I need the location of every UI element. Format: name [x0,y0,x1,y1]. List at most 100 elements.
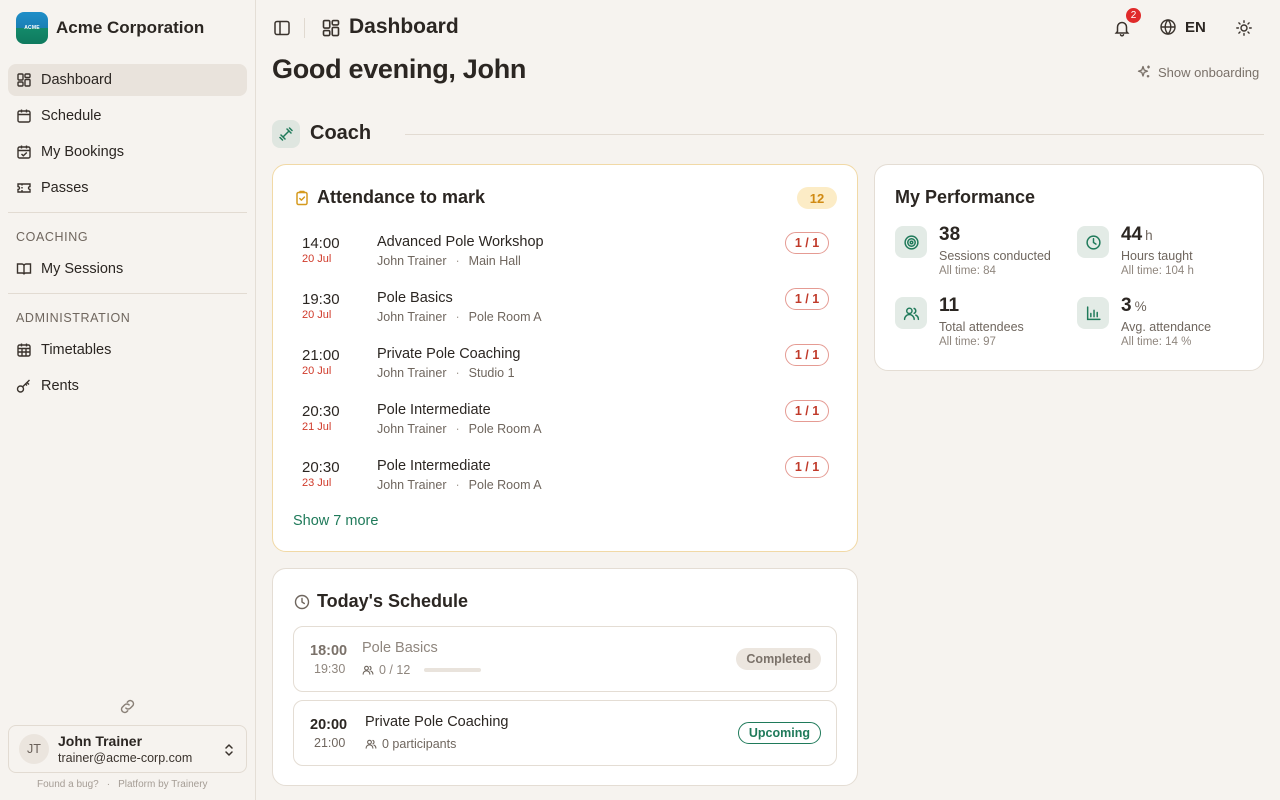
stat-label: Hours taught [1121,249,1193,263]
users-icon [903,306,919,320]
sidebar-item-my-bookings[interactable]: My Bookings [8,136,247,168]
notification-badge: 2 [1126,8,1141,23]
attendance-ratio[interactable]: 1 / 1 [785,400,829,422]
avatar: JT [19,734,49,764]
stat-icon-box [1077,297,1109,329]
stat-value: 11 [939,295,959,317]
show-onboarding-button[interactable]: Show onboarding [1136,64,1259,80]
nav-main: Dashboard Schedule My Bookings Passes [8,64,247,208]
slot-capacity: 0 / 12 [379,663,411,677]
dashboard-icon [17,73,31,87]
sidebar-divider [8,212,247,213]
sidebar-item-schedule[interactable]: Schedule [8,100,247,132]
users-icon [362,665,374,675]
capacity-bar [424,668,482,672]
session-date: 21 Jul [302,421,332,433]
session-date: 20 Jul [302,365,332,377]
attendance-ratio[interactable]: 1 / 1 [785,288,829,310]
book-icon [16,263,32,275]
meta-separator: · [455,478,460,492]
sidebar-divider [8,293,247,294]
stat-icon-box [895,226,927,258]
stat-unit: h [1145,228,1153,243]
sidebar-item-label: Timetables [41,342,112,358]
platform-link[interactable]: Platform by Trainery [118,779,207,790]
session-meta: John Trainer · Main Hall [377,254,521,268]
slot-participants: 0 participants [382,737,457,751]
calendar-icon [17,109,31,123]
nav-admin: Timetables Rents [8,334,247,406]
session-name: Private Pole Coaching [377,346,521,362]
clipboard-check-icon [296,190,308,206]
stat-label: Avg. attendance [1121,320,1212,334]
page-title: Dashboard [349,15,459,38]
chevron-up-down-icon [225,744,233,756]
slot-meta: 0 participants [365,737,456,751]
nav-coaching: My Sessions [8,253,247,289]
language-selector[interactable]: EN [1159,18,1206,36]
user-menu[interactable]: JT John Trainer trainer@acme-corp.com [8,725,247,773]
room-name: Pole Room A [468,478,542,492]
globe-icon [1160,19,1176,35]
schedule-item[interactable]: 20:00 21:00 Private Pole Coaching 0 part… [293,700,837,766]
meta-separator: · [455,366,460,380]
stat-all-time: All time: 14 % [1121,336,1192,348]
schedule-item[interactable]: 18:00 19:30 Pole Basics 0 / 12 Completed [293,626,837,692]
sidebar-footer: Found a bug? · Platform by Trainery [37,779,208,790]
brand-name: Acme Corporation [56,18,205,37]
section-title: Coach [310,122,372,144]
meta-separator: · [455,310,460,324]
key-icon [16,379,30,393]
trainer-name: John Trainer [377,422,447,436]
calendar-grid-icon [17,343,31,357]
attendance-row[interactable]: 14:00 20 Jul Advanced Pole Workshop John… [273,231,859,279]
room-name: Main Hall [468,254,521,268]
user-email: trainer@acme-corp.com [58,750,193,765]
attendance-row[interactable]: 21:00 20 Jul Private Pole Coaching John … [273,343,859,391]
session-date: 20 Jul [302,309,332,321]
stat-all-time: All time: 104 h [1121,265,1194,277]
sidebar-item-passes[interactable]: Passes [8,172,247,204]
target-icon [903,234,919,250]
sidebar-item-label: Dashboard [41,72,112,88]
session-meta: John Trainer · Pole Room A [377,478,542,492]
sidebar-item-rents[interactable]: Rents [8,370,247,402]
sidebar-item-dashboard[interactable]: Dashboard [8,64,247,96]
sun-icon[interactable] [1235,19,1253,37]
users-icon [365,739,377,749]
sidebar-item-timetables[interactable]: Timetables [8,334,247,366]
clock-icon [1085,234,1101,250]
trainer-name: John Trainer [377,366,447,380]
session-date: 23 Jul [302,477,332,489]
meta-separator: · [455,254,460,268]
calendar-check-icon [17,145,31,159]
sidebar-item-label: Rents [41,378,79,394]
stat-number: 3 [1121,295,1132,316]
header-separator [304,18,305,38]
found-bug-link[interactable]: Found a bug? [37,779,99,790]
slot-meta: 0 / 12 [362,663,482,677]
sidebar-section-coaching: COACHING [16,230,89,244]
slot-name: Private Pole Coaching [365,714,509,730]
attendance-ratio[interactable]: 1 / 1 [785,456,829,478]
attendance-row[interactable]: 20:30 23 Jul Pole Intermediate John Trai… [273,455,859,503]
stat-value: 38 [939,224,960,246]
stat-sessions: 38 Sessions conducted All time: 84 [895,224,1065,286]
attendance-ratio[interactable]: 1 / 1 [785,232,829,254]
sidebar-item-my-sessions[interactable]: My Sessions [8,253,247,285]
session-time: 14:00 [302,235,340,252]
performance-title: My Performance [895,187,1036,207]
trainer-name: John Trainer [377,254,447,268]
coach-badge [272,120,300,148]
session-name: Pole Basics [377,290,453,306]
attendance-row[interactable]: 20:30 21 Jul Pole Intermediate John Trai… [273,399,859,447]
stat-label: Total attendees [939,320,1024,334]
show-more-link[interactable]: Show 7 more [293,513,378,529]
link-icon[interactable] [119,698,136,715]
stat-number: 38 [939,224,961,245]
slot-start-time: 18:00 [310,643,348,659]
brand[interactable]: ACME Acme Corporation [16,12,204,44]
attendance-row[interactable]: 19:30 20 Jul Pole Basics John Trainer · Po… [273,287,859,335]
attendance-ratio[interactable]: 1 / 1 [785,344,829,366]
toggle-sidebar-icon[interactable] [273,19,291,37]
